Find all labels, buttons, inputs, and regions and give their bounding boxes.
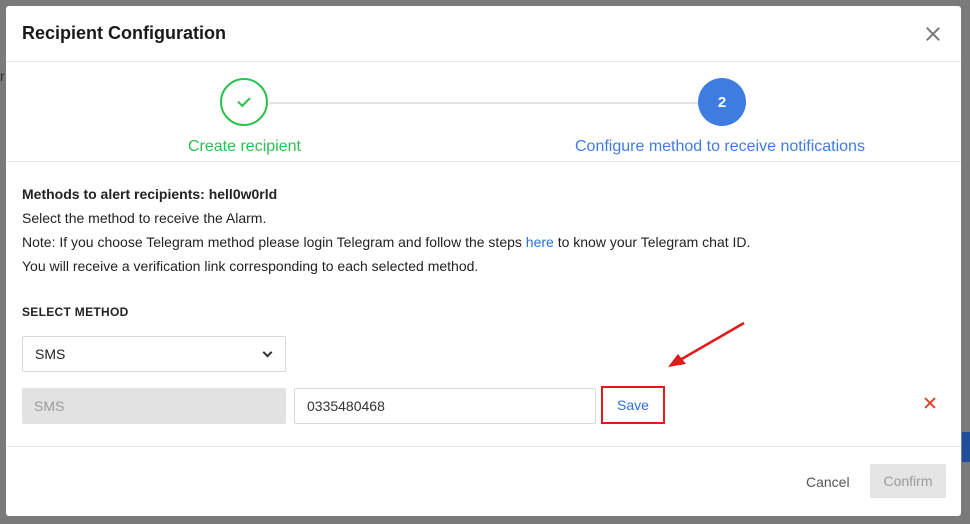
step-connector bbox=[269, 102, 699, 104]
save-button[interactable]: Save bbox=[601, 386, 665, 424]
modal-body: Methods to alert recipients: hell0w0rld … bbox=[6, 162, 961, 424]
step-2-indicator: 2 bbox=[698, 78, 746, 126]
instruction-text: Select the method to receive the Alarm. bbox=[22, 210, 267, 226]
modal-footer: Cancel Confirm bbox=[6, 446, 961, 516]
stepper: Create recipient 2 Configure method to r… bbox=[6, 62, 961, 162]
confirm-button[interactable]: Confirm bbox=[870, 464, 946, 498]
telegram-note: Note: If you choose Telegram method plea… bbox=[22, 230, 945, 254]
check-icon bbox=[237, 93, 251, 108]
chevron-down-icon bbox=[262, 347, 273, 357]
note-suffix: to know your Telegram chat ID. bbox=[553, 234, 751, 250]
step-1-label: Create recipient bbox=[188, 138, 301, 155]
modal-header: Recipient Configuration bbox=[6, 6, 961, 62]
step-1-indicator bbox=[220, 78, 268, 126]
verification-text: You will receive a verification link cor… bbox=[22, 258, 479, 274]
remove-method-icon[interactable] bbox=[924, 397, 936, 409]
close-icon[interactable] bbox=[923, 24, 943, 44]
backdrop-text-fragment: r bbox=[0, 68, 5, 84]
note-prefix: Note: If you choose Telegram method plea… bbox=[22, 234, 526, 250]
backdrop-button-fragment bbox=[962, 432, 970, 462]
method-row: SMS Save bbox=[22, 386, 945, 424]
phone-number-input[interactable] bbox=[294, 388, 596, 424]
modal-title: Recipient Configuration bbox=[22, 23, 226, 43]
method-type-field: SMS bbox=[22, 388, 286, 424]
methods-heading: Methods to alert recipients: hell0w0rld bbox=[22, 186, 278, 202]
method-select-value: SMS bbox=[35, 346, 66, 362]
select-method-label: SELECT METHOD bbox=[22, 305, 129, 319]
step-2-label: Configure method to receive notification… bbox=[575, 138, 865, 155]
here-link[interactable]: here bbox=[526, 234, 554, 250]
method-select[interactable]: SMS bbox=[22, 336, 286, 372]
recipient-configuration-modal: Recipient Configuration Create recipient… bbox=[6, 6, 961, 516]
cancel-button[interactable]: Cancel bbox=[796, 465, 860, 499]
